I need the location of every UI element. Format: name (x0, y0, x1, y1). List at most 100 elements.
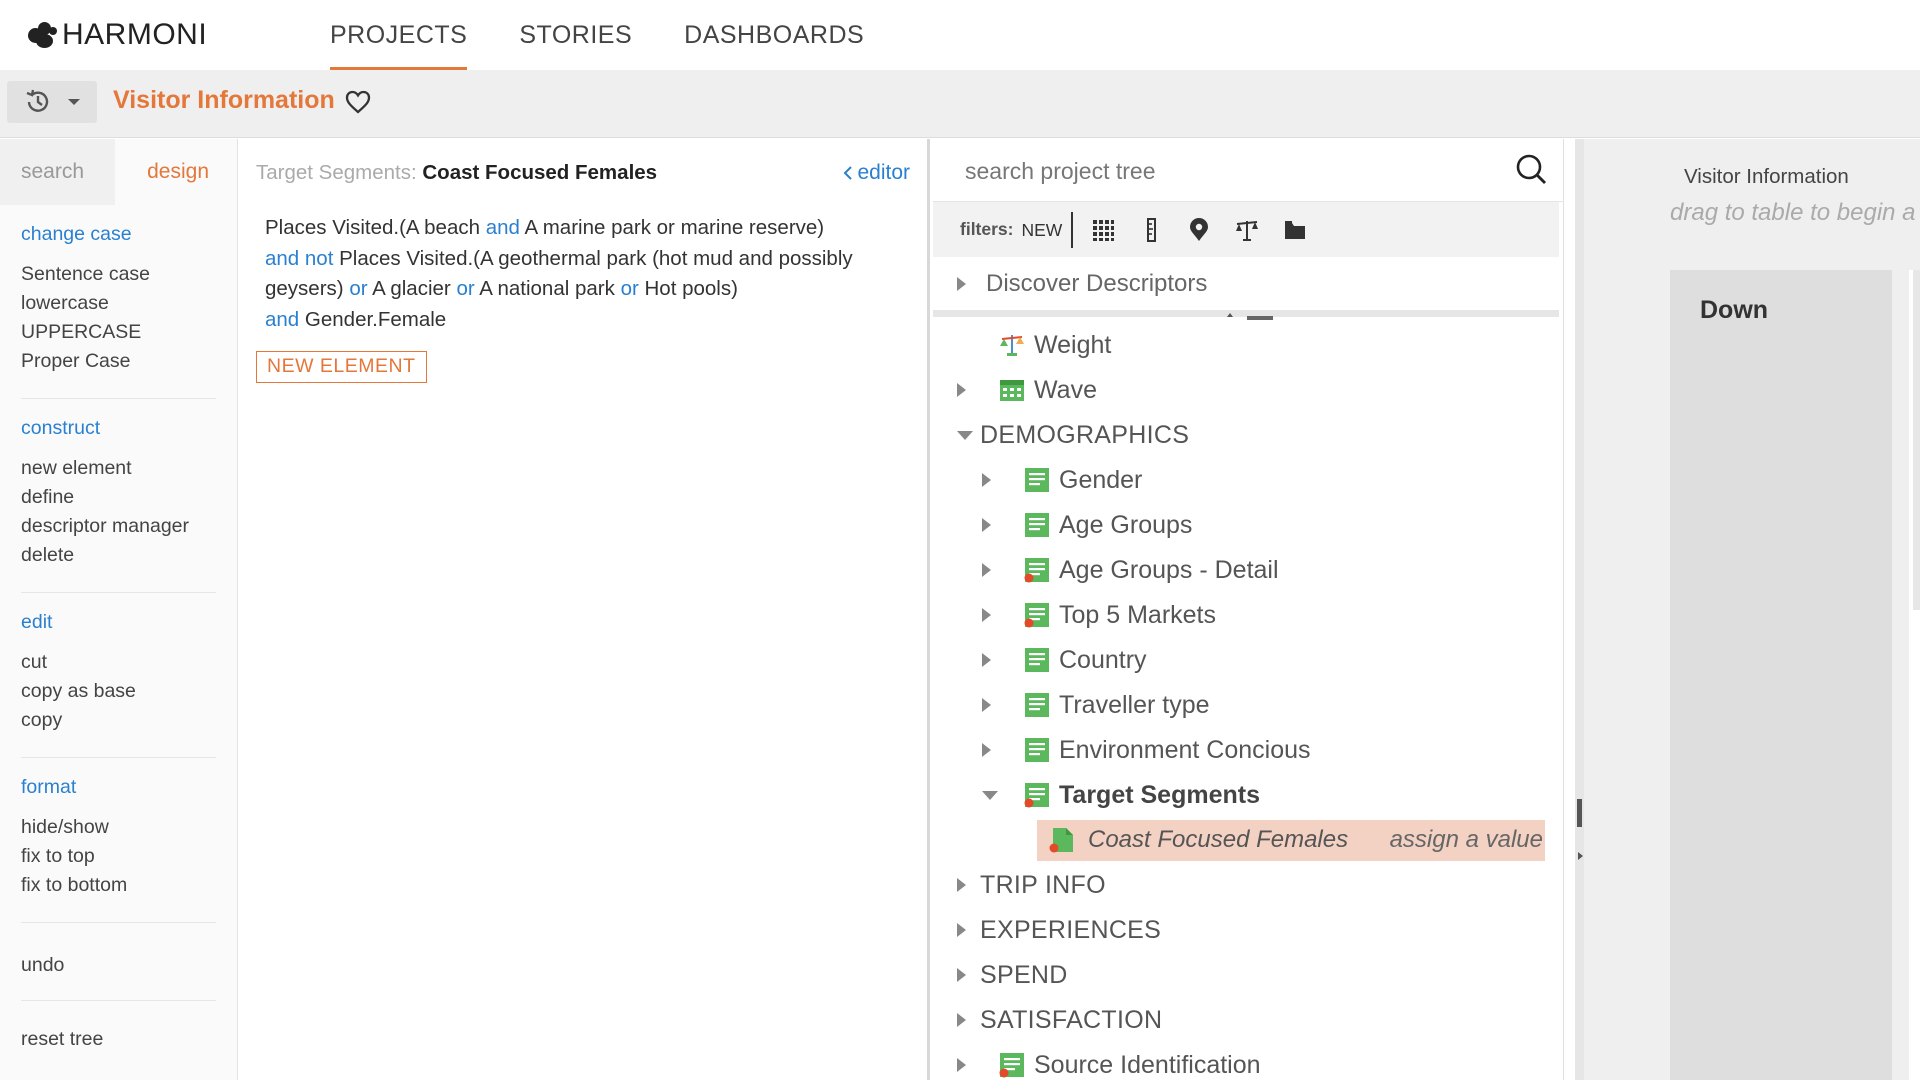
tree-row[interactable]: Top 5 Markets (933, 593, 1559, 638)
tree-row[interactable]: Environment Concious (933, 728, 1559, 773)
tree-row[interactable]: Weight (933, 323, 1559, 368)
new-element-button[interactable]: NEW ELEMENT (256, 351, 427, 383)
expression-text[interactable]: Places Visited.(A beach and A marine par… (265, 213, 905, 335)
menu-item-copy[interactable]: copy (21, 706, 216, 735)
tree-search-input[interactable] (965, 153, 1485, 189)
menu-item-undo[interactable]: undo (21, 951, 216, 980)
search-icon[interactable] (1514, 153, 1548, 187)
main-nav: PROJECTS STORIES DASHBOARDS (330, 0, 916, 70)
menu-item-define[interactable]: define (21, 483, 216, 512)
tree-node-label: Coast Focused Females (1088, 826, 1349, 853)
menu-item-reset-tree[interactable]: reset tree (21, 1025, 216, 1054)
list-icon (1024, 467, 1050, 493)
menu-heading-format[interactable]: format (21, 776, 216, 799)
menu-item-delete[interactable]: delete (21, 541, 216, 570)
menu-item-sentence-case[interactable]: Sentence case (21, 260, 216, 289)
tree-row[interactable]: Age Groups (933, 503, 1559, 548)
tree-row[interactable]: Wave (933, 368, 1559, 413)
expand-arrow-icon[interactable] (957, 1058, 966, 1072)
menu-divider (21, 1000, 216, 1001)
expand-arrow-icon[interactable] (982, 698, 991, 712)
tree-row[interactable]: Source Identification (933, 1043, 1559, 1088)
discover-descriptors[interactable]: Discover Descriptors (933, 257, 1559, 317)
expand-arrow-icon[interactable] (982, 473, 991, 487)
across-drop-zone[interactable] (1909, 270, 1920, 1080)
menu-item-cut[interactable]: cut (21, 648, 216, 677)
logic-operator[interactable]: or (621, 277, 639, 300)
tree-row[interactable]: TRIP INFO (933, 863, 1559, 908)
expand-arrow-icon[interactable] (982, 518, 991, 532)
logic-operator[interactable]: and (486, 216, 520, 239)
expand-arrow-icon[interactable] (957, 923, 966, 937)
expand-arrow-icon[interactable] (982, 743, 991, 757)
menu-item-fix-to-top[interactable]: fix to top (21, 842, 216, 871)
menu-heading-construct[interactable]: construct (21, 417, 216, 440)
splitter-grip-icon[interactable] (1577, 799, 1582, 827)
history-icon (26, 89, 49, 112)
heart-icon[interactable] (344, 88, 372, 116)
expand-arrow-icon[interactable] (982, 563, 991, 577)
menu-item-new-element[interactable]: new element (21, 454, 216, 483)
menu-tab-design[interactable]: design (115, 160, 238, 184)
tree-row[interactable]: EXPERIENCES (933, 908, 1559, 953)
element-derived-icon (1049, 827, 1075, 853)
collapse-arrow-icon[interactable] (957, 431, 973, 440)
menu-heading-change-case[interactable]: change case (21, 223, 216, 246)
editor-segment-name: Coast Focused Females (422, 161, 658, 184)
grid-icon[interactable] (1091, 218, 1115, 242)
menu-item-hide-show[interactable]: hide/show (21, 813, 216, 842)
app-logo[interactable]: HARMONI (28, 18, 207, 51)
history-button[interactable] (7, 81, 97, 123)
tree-row[interactable]: Country (933, 638, 1559, 683)
expand-arrow-icon[interactable] (957, 383, 966, 397)
tree-row[interactable]: Coast Focused Females assign a value (933, 818, 1559, 863)
menu-item-descriptor-manager[interactable]: descriptor manager (21, 512, 216, 541)
map-pin-icon[interactable] (1187, 217, 1211, 242)
expand-arrow-icon[interactable] (982, 653, 991, 667)
filter-new-button[interactable]: NEW (1021, 211, 1074, 248)
logic-operator[interactable]: and not (265, 247, 333, 270)
tree-node-label: Top 5 Markets (1059, 601, 1217, 629)
scales-icon[interactable] (1235, 218, 1259, 242)
menu-item-fix-to-bottom[interactable]: fix to bottom (21, 871, 216, 900)
list-icon (1024, 512, 1050, 538)
tree-row[interactable]: DEMOGRAPHICS (933, 413, 1559, 458)
assign-value-link[interactable]: assign a value (1390, 826, 1543, 854)
logic-operator[interactable]: and (265, 308, 299, 331)
menu-item-lowercase[interactable]: lowercase (21, 289, 216, 318)
tree-node-label: SPEND (980, 961, 1068, 989)
tree-node-label: Gender (1059, 466, 1143, 494)
folder-icon[interactable] (1283, 218, 1307, 242)
menu-tab-search[interactable]: search (0, 139, 115, 205)
menu-item-copy-as-base[interactable]: copy as base (21, 677, 216, 706)
menu-item-uppercase[interactable]: UPPERCASE (21, 318, 216, 347)
logic-operator[interactable]: or (349, 277, 367, 300)
expand-arrow-icon (957, 276, 966, 291)
menu-heading-edit[interactable]: edit (21, 611, 216, 634)
down-drop-zone[interactable]: Down (1670, 270, 1892, 1080)
ruler-icon[interactable] (1139, 217, 1163, 242)
menu-item-proper-case[interactable]: Proper Case (21, 347, 216, 376)
expand-arrow-icon[interactable] (982, 608, 991, 622)
logic-operator[interactable]: or (456, 277, 474, 300)
tree-row[interactable]: Age Groups - Detail (933, 548, 1559, 593)
expand-arrow-icon[interactable] (957, 1013, 966, 1027)
tree-row[interactable]: Traveller type (933, 683, 1559, 728)
panel-splitter[interactable] (1565, 139, 1584, 1080)
tree-node-label: Country (1059, 646, 1147, 674)
discover-descriptors-label: Discover Descriptors (986, 269, 1208, 297)
tree-row[interactable]: Target Segments (933, 773, 1559, 818)
expand-arrow-icon[interactable] (957, 878, 966, 892)
expand-arrow-icon[interactable] (957, 968, 966, 982)
menu-tabs: search design (0, 139, 237, 205)
collapse-arrow-icon[interactable] (982, 791, 998, 800)
nav-tab-projects[interactable]: PROJECTS (330, 0, 468, 70)
editor-link[interactable]: editor (842, 161, 910, 185)
tree-row[interactable]: Gender (933, 458, 1559, 503)
nav-tab-stories[interactable]: STORIES (519, 0, 632, 70)
tree-row[interactable]: SPEND (933, 953, 1559, 998)
list-derived-icon (1024, 557, 1050, 583)
collapse-arrow-icon[interactable] (1578, 852, 1583, 860)
nav-tab-dashboards[interactable]: DASHBOARDS (684, 0, 864, 70)
tree-row[interactable]: SATISFACTION (933, 998, 1559, 1043)
